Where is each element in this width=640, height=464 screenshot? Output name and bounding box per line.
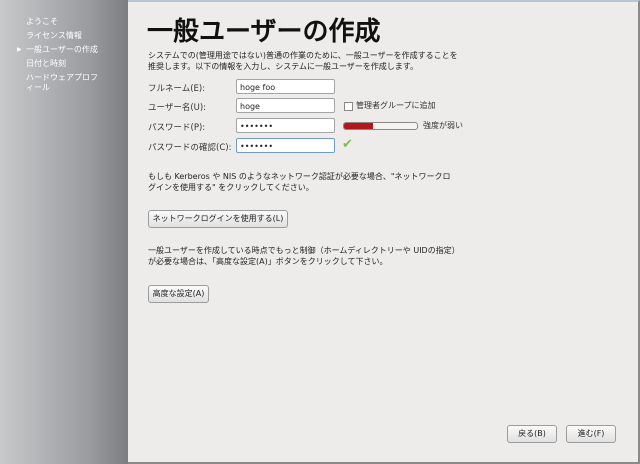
sidebar-item-create-user: 一般ユーザーの作成 [26, 45, 98, 54]
sidebar-item-hardware-profile: ハードウェアプロフ ィール [26, 73, 98, 93]
back-button[interactable]: 戻る(B) [507, 425, 557, 443]
current-step-arrow-icon: ▶ [17, 46, 22, 53]
sidebar-item-welcome: ようこそ [26, 17, 58, 26]
forward-button[interactable]: 進む(F) [566, 425, 616, 443]
username-input[interactable]: hoge [236, 98, 335, 113]
advanced-text: 一般ユーザーを作成している時点でもっと制御（ホームディレクトリーや UIDの指定… [148, 246, 456, 266]
sidebar: ようこそ ライセンス情報 ▶ 一般ユーザーの作成 日付と時刻 ハードウェアプロフ… [0, 0, 128, 464]
intro-text: システムでの(管理用途ではない)普通の作業のために、一般ユーザーを作成することを… [148, 51, 458, 71]
strength-text: 強度が弱い [423, 121, 463, 130]
admin-group-label: 管理者グループに追加 [356, 101, 436, 110]
admin-group-checkbox[interactable] [344, 102, 353, 111]
match-check-icon: ✔ [342, 137, 353, 152]
strength-fill [344, 123, 374, 129]
network-login-button[interactable]: ネットワークログインを使用する(L) [148, 210, 288, 228]
label-line1: ハードウェアプロフ [26, 73, 98, 82]
network-text: もしも Kerberos や NIS のようなネットワーク認証が必要な場合、"ネ… [148, 172, 451, 192]
advanced-settings-button[interactable]: 高度な設定(A) [148, 285, 209, 303]
confirm-label: パスワードの確認(C): [148, 143, 232, 153]
password-strength-bar [343, 122, 418, 130]
sidebar-item-date-time: 日付と時刻 [26, 59, 66, 68]
confirm-input[interactable]: ••••••• [236, 138, 335, 153]
fullname-label: フルネーム(E): [148, 84, 206, 94]
password-label: パスワード(P): [148, 123, 206, 133]
page-title: 一般ユーザーの作成 [147, 17, 381, 47]
password-input[interactable]: ••••••• [236, 118, 335, 133]
sidebar-item-license: ライセンス情報 [26, 31, 82, 40]
label-line2: ィール [26, 83, 50, 92]
username-label: ユーザー名(U): [148, 103, 207, 113]
fullname-input[interactable]: hoge foo [236, 79, 335, 94]
